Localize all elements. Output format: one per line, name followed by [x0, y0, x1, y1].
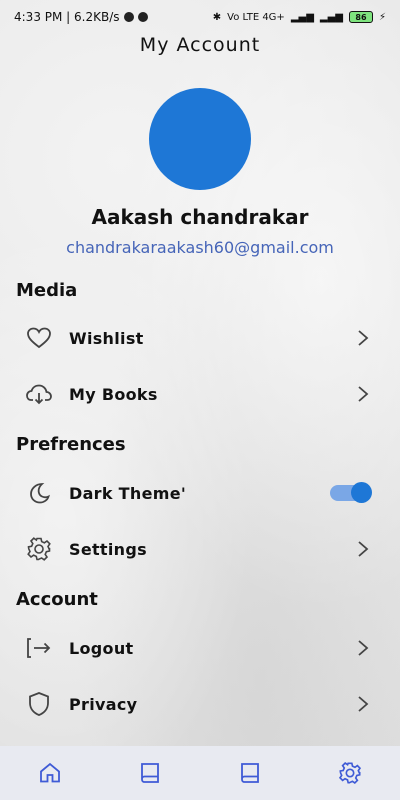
nav-settings[interactable] — [330, 753, 370, 793]
menu-item-dark-theme[interactable]: Dark Theme' — [0, 469, 400, 517]
status-bar: 4:33 PM | 6.2KB/s ✱ Vo LTE 4G+ ▂▄▆ ▂▄▆ 8… — [0, 0, 400, 34]
toggle-knob — [351, 482, 372, 503]
gear-icon — [338, 761, 362, 785]
moon-icon — [25, 479, 53, 507]
menu-item-settings[interactable]: Settings — [0, 525, 400, 573]
menu-item-my-books[interactable]: My Books — [0, 370, 400, 418]
menu-item-label: Dark Theme' — [69, 483, 187, 503]
status-left: 4:33 PM | 6.2KB/s — [14, 10, 148, 24]
bluetooth-icon: ✱ — [212, 11, 222, 23]
section-title-preferences: Prefrences — [16, 434, 126, 455]
avatar[interactable] — [149, 88, 251, 190]
book-icon — [141, 763, 159, 783]
status-right: ✱ Vo LTE 4G+ ▂▄▆ ▂▄▆ 86 ⚡ — [213, 11, 386, 23]
user-email: chandrakaraakash60@gmail.com — [66, 238, 334, 257]
menu-item-label: Logout — [69, 638, 134, 658]
chevron-right-icon — [354, 695, 372, 713]
notification-icon — [123, 12, 134, 22]
menu-item-wishlist[interactable]: Wishlist — [0, 314, 400, 362]
gear-icon — [25, 535, 53, 563]
menu-item-logout[interactable]: Logout — [0, 624, 400, 672]
status-time-speed: 4:33 PM | 6.2KB/s — [14, 10, 120, 24]
menu-item-label: My Books — [69, 384, 158, 404]
battery-icon: 86 — [348, 11, 373, 23]
chevron-right-icon — [354, 639, 372, 657]
cloud-download-icon — [25, 380, 53, 408]
menu-item-label: Settings — [69, 539, 147, 559]
bottom-nav — [0, 746, 400, 800]
menu-item-label: Privacy — [69, 694, 138, 714]
menu-item-privacy[interactable]: Privacy — [0, 680, 400, 728]
section-title-media: Media — [16, 280, 78, 301]
menu-item-label: Wishlist — [69, 328, 144, 348]
nav-home[interactable] — [30, 753, 70, 793]
charging-icon: ⚡ — [378, 11, 386, 23]
chevron-right-icon — [354, 385, 372, 403]
signal-icon: ▂▄▆ — [290, 11, 314, 23]
signal-icon: ▂▄▆ — [319, 11, 343, 23]
dark-theme-toggle[interactable] — [330, 482, 372, 503]
network-label: Vo LTE 4G+ — [227, 11, 285, 23]
nav-books[interactable] — [130, 753, 170, 793]
section-title-account: Account — [16, 589, 98, 610]
shield-icon — [25, 690, 53, 718]
logout-icon — [25, 634, 53, 662]
chevron-right-icon — [354, 540, 372, 558]
home-icon — [40, 762, 60, 783]
book-icon — [241, 763, 259, 783]
chevron-right-icon — [354, 329, 372, 347]
battery-level: 86 — [355, 12, 367, 22]
page-title: My Account — [139, 34, 261, 56]
user-name: Aakash chandrakar — [91, 205, 309, 229]
heart-icon — [25, 324, 53, 352]
notification-icon — [137, 12, 148, 22]
nav-library[interactable] — [230, 753, 270, 793]
